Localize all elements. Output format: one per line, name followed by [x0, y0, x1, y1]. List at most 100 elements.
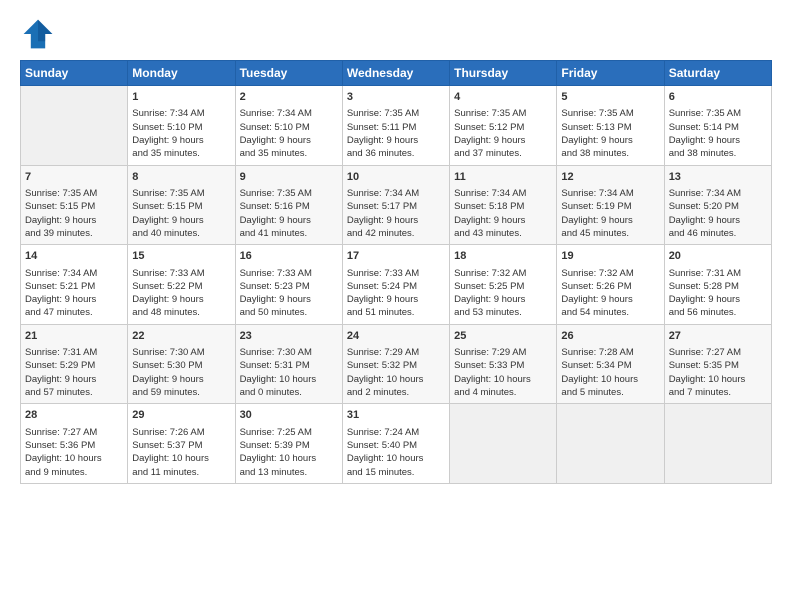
calendar-cell: 12 Sunrise: 7:34 AMSunset: 5:19 PMDayligh… [557, 165, 664, 245]
cell-content: Sunrise: 7:26 AMSunset: 5:37 PMDaylight:… [132, 426, 230, 479]
calendar-cell: 8 Sunrise: 7:35 AMSunset: 5:15 PMDaylight… [128, 165, 235, 245]
calendar-cell: 16 Sunrise: 7:33 AMSunset: 5:23 PMDayligh… [235, 245, 342, 325]
cell-content: Sunrise: 7:35 AMSunset: 5:15 PMDaylight:… [132, 187, 230, 240]
calendar-cell: 26 Sunrise: 7:28 AMSunset: 5:34 PMDayligh… [557, 324, 664, 404]
day-number: 10 [347, 170, 445, 185]
week-row-3: 21 Sunrise: 7:31 AMSunset: 5:29 PMDayligh… [21, 324, 772, 404]
day-number: 12 [561, 170, 659, 185]
cell-content: Sunrise: 7:34 AMSunset: 5:10 PMDaylight:… [132, 107, 230, 160]
calendar-cell: 15Sunrise: 7:33 AMSunset: 5:22 PMDayligh… [128, 245, 235, 325]
calendar-cell [21, 86, 128, 166]
day-number: 15 [132, 249, 230, 264]
header-cell-monday: Monday [128, 61, 235, 86]
calendar-cell: 21 Sunrise: 7:31 AMSunset: 5:29 PMDayligh… [21, 324, 128, 404]
cell-content: Sunrise: 7:28 AMSunset: 5:34 PMDaylight:… [561, 346, 659, 399]
cell-content: Sunrise: 7:24 AMSunset: 5:40 PMDaylight:… [347, 426, 445, 479]
day-number: 22 [132, 329, 230, 344]
day-number: 28 [25, 408, 123, 423]
logo [20, 16, 60, 52]
calendar-cell: 14Sunrise: 7:34 AMSunset: 5:21 PMDayligh… [21, 245, 128, 325]
cell-content: Sunrise: 7:35 AMSunset: 5:14 PMDaylight:… [669, 107, 767, 160]
cell-content: Sunrise: 7:35 AMSunset: 5:12 PMDaylight:… [454, 107, 552, 160]
day-number: 23 [240, 329, 338, 344]
header-cell-wednesday: Wednesday [342, 61, 449, 86]
day-number: 3 [347, 90, 445, 105]
day-number: 2 [240, 90, 338, 105]
calendar-table: SundayMondayTuesdayWednesdayThursdayFrid… [20, 60, 772, 484]
calendar-cell: 20 Sunrise: 7:31 AMSunset: 5:28 PMDayligh… [664, 245, 771, 325]
calendar-cell: 29 Sunrise: 7:26 AMSunset: 5:37 PMDayligh… [128, 404, 235, 484]
day-number: 25 [454, 329, 552, 344]
cell-content: Sunrise: 7:30 AMSunset: 5:31 PMDaylight:… [240, 346, 338, 399]
day-number: 13 [669, 170, 767, 185]
header-row: SundayMondayTuesdayWednesdayThursdayFrid… [21, 61, 772, 86]
week-row-2: 14Sunrise: 7:34 AMSunset: 5:21 PMDayligh… [21, 245, 772, 325]
calendar-cell: 9Sunrise: 7:35 AMSunset: 5:16 PMDaylight… [235, 165, 342, 245]
cell-content: Sunrise: 7:35 AMSunset: 5:15 PMDaylight:… [25, 187, 123, 240]
cell-content: Sunrise: 7:33 AMSunset: 5:24 PMDaylight:… [347, 267, 445, 320]
day-number: 16 [240, 249, 338, 264]
cell-content: Sunrise: 7:30 AMSunset: 5:30 PMDaylight:… [132, 346, 230, 399]
day-number: 26 [561, 329, 659, 344]
calendar-cell: 1Sunrise: 7:34 AMSunset: 5:10 PMDaylight… [128, 86, 235, 166]
cell-content: Sunrise: 7:33 AMSunset: 5:23 PMDaylight:… [240, 267, 338, 320]
cell-content: Sunrise: 7:29 AMSunset: 5:32 PMDaylight:… [347, 346, 445, 399]
calendar-cell: 11Sunrise: 7:34 AMSunset: 5:18 PMDayligh… [450, 165, 557, 245]
calendar-cell [450, 404, 557, 484]
cell-content: Sunrise: 7:27 AMSunset: 5:35 PMDaylight:… [669, 346, 767, 399]
calendar-cell: 31 Sunrise: 7:24 AMSunset: 5:40 PMDayligh… [342, 404, 449, 484]
cell-content: Sunrise: 7:27 AMSunset: 5:36 PMDaylight:… [25, 426, 123, 479]
calendar-cell: 24 Sunrise: 7:29 AMSunset: 5:32 PMDayligh… [342, 324, 449, 404]
cell-content: Sunrise: 7:34 AMSunset: 5:10 PMDaylight:… [240, 107, 338, 160]
calendar-cell: 5Sunrise: 7:35 AMSunset: 5:13 PMDaylight… [557, 86, 664, 166]
day-number: 30 [240, 408, 338, 423]
cell-content: Sunrise: 7:35 AMSunset: 5:13 PMDaylight:… [561, 107, 659, 160]
cell-content: Sunrise: 7:34 AMSunset: 5:19 PMDaylight:… [561, 187, 659, 240]
calendar-cell: 22 Sunrise: 7:30 AMSunset: 5:30 PMDayligh… [128, 324, 235, 404]
cell-content: Sunrise: 7:35 AMSunset: 5:16 PMDaylight:… [240, 187, 338, 240]
day-number: 20 [669, 249, 767, 264]
day-number: 7 [25, 170, 123, 185]
logo-icon [20, 16, 56, 52]
cell-content: Sunrise: 7:34 AMSunset: 5:21 PMDaylight:… [25, 267, 123, 320]
calendar-cell: 18 Sunrise: 7:32 AMSunset: 5:25 PMDayligh… [450, 245, 557, 325]
day-number: 21 [25, 329, 123, 344]
calendar-cell: 19 Sunrise: 7:32 AMSunset: 5:26 PMDayligh… [557, 245, 664, 325]
day-number: 4 [454, 90, 552, 105]
cell-content: Sunrise: 7:31 AMSunset: 5:28 PMDaylight:… [669, 267, 767, 320]
calendar-cell: 17Sunrise: 7:33 AMSunset: 5:24 PMDayligh… [342, 245, 449, 325]
cell-content: Sunrise: 7:31 AMSunset: 5:29 PMDaylight:… [25, 346, 123, 399]
header [20, 16, 772, 52]
week-row-4: 28 Sunrise: 7:27 AMSunset: 5:36 PMDayligh… [21, 404, 772, 484]
header-cell-saturday: Saturday [664, 61, 771, 86]
week-row-1: 7 Sunrise: 7:35 AMSunset: 5:15 PMDaylight… [21, 165, 772, 245]
cell-content: Sunrise: 7:34 AMSunset: 5:20 PMDaylight:… [669, 187, 767, 240]
calendar-cell: 27 Sunrise: 7:27 AMSunset: 5:35 PMDayligh… [664, 324, 771, 404]
cell-content: Sunrise: 7:25 AMSunset: 5:39 PMDaylight:… [240, 426, 338, 479]
cell-content: Sunrise: 7:29 AMSunset: 5:33 PMDaylight:… [454, 346, 552, 399]
header-cell-tuesday: Tuesday [235, 61, 342, 86]
day-number: 31 [347, 408, 445, 423]
week-row-0: 1Sunrise: 7:34 AMSunset: 5:10 PMDaylight… [21, 86, 772, 166]
calendar-cell: 25 Sunrise: 7:29 AMSunset: 5:33 PMDayligh… [450, 324, 557, 404]
calendar-cell: 4 Sunrise: 7:35 AMSunset: 5:12 PMDaylight… [450, 86, 557, 166]
day-number: 29 [132, 408, 230, 423]
header-cell-sunday: Sunday [21, 61, 128, 86]
calendar-cell [664, 404, 771, 484]
day-number: 8 [132, 170, 230, 185]
cell-content: Sunrise: 7:35 AMSunset: 5:11 PMDaylight:… [347, 107, 445, 160]
calendar-cell: 10 Sunrise: 7:34 AMSunset: 5:17 PMDayligh… [342, 165, 449, 245]
cell-content: Sunrise: 7:32 AMSunset: 5:26 PMDaylight:… [561, 267, 659, 320]
cell-content: Sunrise: 7:32 AMSunset: 5:25 PMDaylight:… [454, 267, 552, 320]
day-number: 19 [561, 249, 659, 264]
cell-content: Sunrise: 7:34 AMSunset: 5:17 PMDaylight:… [347, 187, 445, 240]
day-number: 27 [669, 329, 767, 344]
day-number: 18 [454, 249, 552, 264]
header-cell-friday: Friday [557, 61, 664, 86]
calendar-cell: 7 Sunrise: 7:35 AMSunset: 5:15 PMDaylight… [21, 165, 128, 245]
calendar-cell [557, 404, 664, 484]
calendar-cell: 3 Sunrise: 7:35 AMSunset: 5:11 PMDaylight… [342, 86, 449, 166]
day-number: 24 [347, 329, 445, 344]
page: SundayMondayTuesdayWednesdayThursdayFrid… [0, 0, 792, 612]
cell-content: Sunrise: 7:34 AMSunset: 5:18 PMDaylight:… [454, 187, 552, 240]
